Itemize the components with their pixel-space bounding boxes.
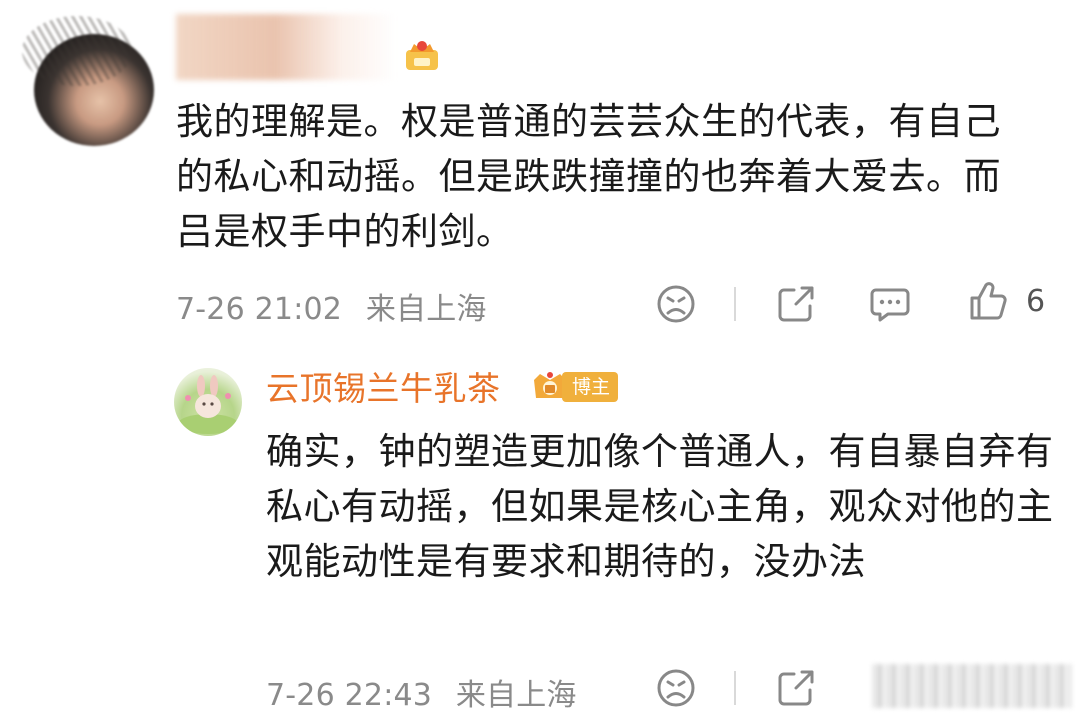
comment-time: 7-26 21:02 <box>176 292 343 327</box>
action-divider <box>734 287 736 321</box>
reply-meta: 7-26 22:43 来自上海 <box>266 670 591 714</box>
crown-badge-icon <box>406 41 438 70</box>
comment-text: 我的理解是。权是普通的芸芸众生的代表，有自己的私心和动摇。但是跌跌撞撞的也奔着大… <box>176 100 1001 253</box>
reply-username[interactable]: 云顶锡兰牛乳茶 <box>266 362 501 410</box>
reply-time: 7-26 22:43 <box>266 678 433 713</box>
blogger-badge: 博主 <box>530 370 619 404</box>
comment-location: 来自上海 <box>365 292 487 327</box>
bunny-avatar-icon <box>178 375 238 434</box>
reply-actions-blurred[interactable] <box>872 664 1072 708</box>
comment-icon[interactable] <box>868 282 912 326</box>
comment-meta: 7-26 21:02 来自上海 <box>176 284 501 328</box>
commenter-avatar[interactable] <box>22 16 154 146</box>
comment-thread: 我的理解是。权是普通的芸芸众生的代表，有自己的私心和动摇。但是跌跌撞撞的也奔着大… <box>0 0 1080 716</box>
share-icon[interactable] <box>774 666 818 710</box>
blogger-tag-label: 博主 <box>562 372 619 402</box>
commenter-name-blurred[interactable] <box>176 14 396 80</box>
sad-face-icon[interactable] <box>654 666 698 710</box>
like-icon[interactable] <box>966 280 1010 324</box>
like-count: 6 <box>1026 284 1046 319</box>
reply-location: 来自上海 <box>455 678 577 713</box>
share-icon[interactable] <box>774 282 818 326</box>
reply-text: 确实，钟的塑造更加像个普通人，有自暴自弃有私心有动摇，但如果是核心主角，观众对他… <box>266 430 1054 583</box>
action-divider <box>734 671 736 705</box>
sad-face-icon[interactable] <box>654 282 698 326</box>
reply-avatar[interactable] <box>174 368 242 436</box>
